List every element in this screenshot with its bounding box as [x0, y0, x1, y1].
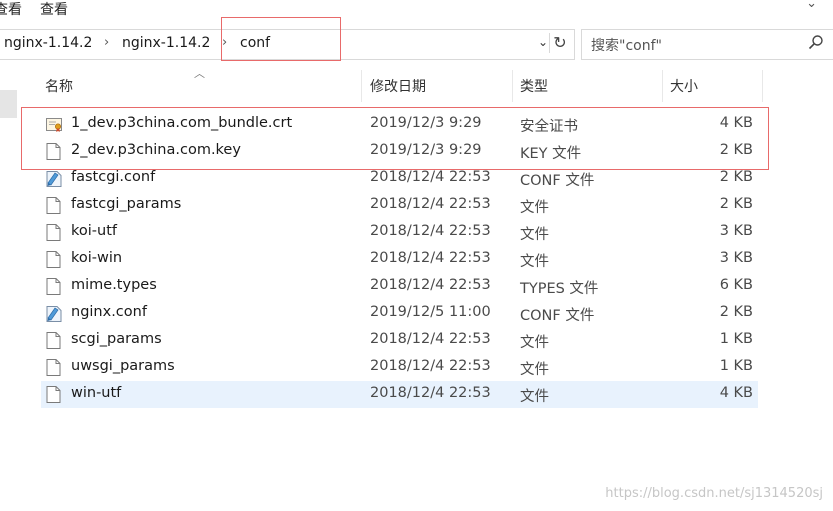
- file-name: fastcgi.conf: [71, 169, 156, 185]
- column-header-row: ︿ 名称 修改日期 类型 大小: [0, 67, 833, 102]
- certificate-icon: [46, 116, 62, 133]
- file-type: 文件: [520, 389, 549, 405]
- file-modified: 2018/12/4 22:53: [370, 385, 491, 401]
- file-type: 文件: [520, 362, 549, 378]
- file-size: 4 KB: [719, 115, 753, 131]
- file-type: 文件: [520, 254, 549, 270]
- file-modified: 2019/12/5 11:00: [370, 304, 491, 320]
- refresh-icon[interactable]: ↻: [549, 33, 570, 53]
- file-row[interactable]: mime.types 2018/12/4 22:53 TYPES 文件 6 KB: [41, 273, 758, 300]
- file-icon: [46, 143, 61, 160]
- column-header-modified[interactable]: 修改日期: [370, 70, 426, 102]
- column-header-size[interactable]: 大小: [670, 70, 698, 102]
- file-modified: 2019/12/3 9:29: [370, 142, 482, 158]
- file-row[interactable]: 2_dev.p3china.com.key 2019/12/3 9:29 KEY 文…: [41, 138, 758, 165]
- file-size: 2 KB: [719, 304, 753, 320]
- file-modified: 2018/12/4 22:53: [370, 331, 491, 347]
- file-size: 2 KB: [719, 196, 753, 212]
- sort-ascending-icon: ︿: [194, 67, 205, 80]
- file-size: 2 KB: [719, 169, 753, 185]
- breadcrumb-item[interactable]: nginx-1.14.2: [122, 35, 210, 51]
- file-name: uwsgi_params: [71, 358, 175, 374]
- address-dropdown-icon[interactable]: ⌄: [538, 35, 548, 49]
- file-name: fastcgi_params: [71, 196, 182, 212]
- file-type: 安全证书: [520, 119, 578, 135]
- file-type: 文件: [520, 227, 549, 243]
- file-row[interactable]: scgi_params 2018/12/4 22:53 文件 1 KB: [41, 327, 758, 354]
- file-size: 6 KB: [719, 277, 753, 293]
- file-type: KEY 文件: [520, 146, 582, 162]
- column-divider[interactable]: [512, 70, 513, 102]
- search-input[interactable]: 搜索"conf": [581, 29, 833, 60]
- file-size: 4 KB: [719, 385, 753, 401]
- file-modified: 2018/12/4 22:53: [370, 250, 491, 266]
- file-type: 文件: [520, 335, 549, 351]
- file-icon: [46, 251, 61, 268]
- column-header-name[interactable]: 名称: [45, 70, 73, 102]
- address-bar[interactable]: nginx-1.14.2 › nginx-1.14.2 › conf ⌄ ↻: [0, 29, 575, 60]
- column-divider[interactable]: [762, 70, 763, 102]
- file-size: 1 KB: [719, 358, 753, 374]
- file-size: 3 KB: [719, 223, 753, 239]
- breadcrumb-separator-icon[interactable]: ›: [222, 35, 227, 50]
- file-name: scgi_params: [71, 331, 162, 347]
- file-icon: [46, 197, 61, 214]
- breadcrumb-current[interactable]: conf: [240, 35, 270, 51]
- file-name: nginx.conf: [71, 304, 147, 320]
- file-row[interactable]: koi-win 2018/12/4 22:53 文件 3 KB: [41, 246, 758, 273]
- file-type: CONF 文件: [520, 308, 595, 324]
- file-row[interactable]: uwsgi_params 2018/12/4 22:53 文件 1 KB: [41, 354, 758, 381]
- file-modified: 2018/12/4 22:53: [370, 196, 491, 212]
- file-name: 1_dev.p3china.com_bundle.crt: [71, 115, 293, 131]
- file-icon: [46, 332, 61, 349]
- file-size: 1 KB: [719, 331, 753, 347]
- file-icon: [46, 224, 61, 241]
- file-icon: [46, 386, 61, 403]
- file-modified: 2018/12/4 22:53: [370, 169, 491, 185]
- search-icon[interactable]: [808, 34, 824, 54]
- file-modified: 2018/12/4 22:53: [370, 358, 491, 374]
- watermark: https://blog.csdn.net/sj1314520sj: [605, 486, 823, 501]
- file-row[interactable]: fastcgi.conf 2018/12/4 22:53 CONF 文件 2 KB: [41, 165, 758, 192]
- file-name: koi-win: [71, 250, 123, 266]
- file-size: 2 KB: [719, 142, 753, 158]
- search-placeholder: 搜索"conf": [591, 38, 662, 54]
- breadcrumb-separator-icon[interactable]: ›: [104, 35, 109, 50]
- file-type: CONF 文件: [520, 173, 595, 189]
- file-row[interactable]: koi-utf 2018/12/4 22:53 文件 3 KB: [41, 219, 758, 246]
- file-name: koi-utf: [71, 223, 117, 239]
- file-modified: 2018/12/4 22:53: [370, 223, 491, 239]
- file-icon: [46, 278, 61, 295]
- file-modified: 2019/12/3 9:29: [370, 115, 482, 131]
- column-divider[interactable]: [662, 70, 663, 102]
- file-name: 2_dev.p3china.com.key: [71, 142, 241, 158]
- file-icon: [46, 359, 61, 376]
- ribbon-tab-view[interactable]: 查看: [40, 0, 68, 19]
- ribbon-bar: 查看 查看 ⌄: [0, 0, 833, 24]
- conf-file-icon: [46, 170, 62, 187]
- file-row[interactable]: fastcgi_params 2018/12/4 22:53 文件 2 KB: [41, 192, 758, 219]
- file-row[interactable]: nginx.conf 2019/12/5 11:00 CONF 文件 2 KB: [41, 300, 758, 327]
- file-row[interactable]: 1_dev.p3china.com_bundle.crt 2019/12/3 9:…: [41, 111, 758, 138]
- column-header-type[interactable]: 类型: [520, 70, 548, 102]
- breadcrumb-item[interactable]: nginx-1.14.2: [4, 35, 92, 51]
- file-type: 文件: [520, 200, 549, 216]
- conf-file-icon: [46, 305, 62, 322]
- ribbon-tab-partial[interactable]: 查看: [0, 0, 22, 19]
- file-modified: 2018/12/4 22:53: [370, 277, 491, 293]
- chevron-down-icon[interactable]: ⌄: [806, 0, 817, 11]
- file-row[interactable]: win-utf 2018/12/4 22:53 文件 4 KB: [41, 381, 758, 408]
- file-name: win-utf: [71, 385, 122, 401]
- column-divider[interactable]: [361, 70, 362, 102]
- file-size: 3 KB: [719, 250, 753, 266]
- file-type: TYPES 文件: [520, 281, 599, 297]
- file-name: mime.types: [71, 277, 157, 293]
